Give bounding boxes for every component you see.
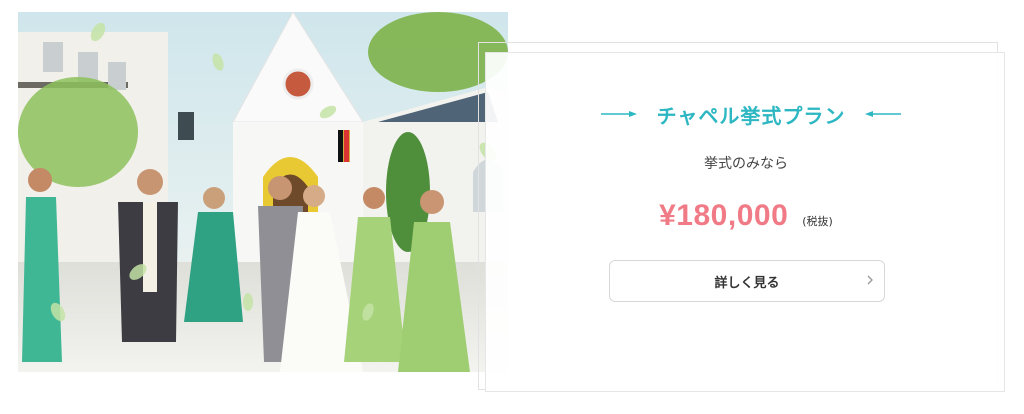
tax-note: (税抜) [802, 215, 833, 228]
detail-button[interactable]: 詳しく見る [609, 260, 885, 302]
plan-title: チャペル挙式プラン [656, 103, 846, 128]
plan-title-row: チャペル挙式プラン [586, 99, 916, 129]
plan-card: チャペル挙式プラン 挙式のみなら ¥180,000 (税抜) 詳しく見る [485, 52, 1005, 392]
plan-price: ¥180,000 [659, 199, 789, 232]
detail-button-label: 詳しく見る [714, 275, 780, 291]
flourish-right-icon [865, 111, 902, 117]
flourish-left-icon [600, 111, 637, 117]
price-row: ¥180,000 (税抜) [486, 199, 1006, 233]
chevron-right-icon [867, 275, 873, 285]
chapel-wedding-photo [18, 12, 508, 372]
plan-subtitle: 挙式のみなら [704, 156, 788, 172]
